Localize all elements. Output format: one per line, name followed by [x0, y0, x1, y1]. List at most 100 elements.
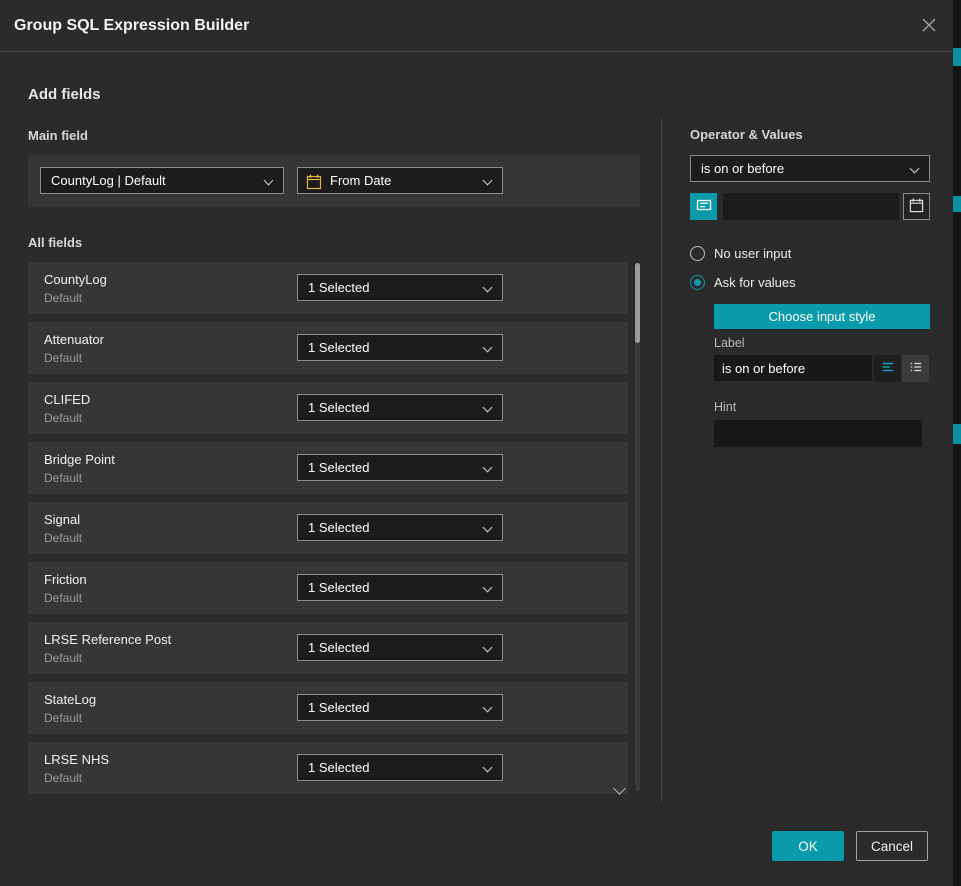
- field-values-dropdown[interactable]: 1 Selected: [297, 334, 503, 361]
- main-layer-dropdown[interactable]: CountyLog | Default: [40, 167, 284, 194]
- chevron-down-icon: [483, 176, 493, 186]
- hint-input[interactable]: [714, 420, 922, 447]
- no-user-input-radio[interactable]: No user input: [690, 246, 890, 262]
- list-scrollbar[interactable]: [635, 263, 640, 791]
- field-name: Signal: [44, 512, 80, 527]
- radio-selected-icon: [690, 275, 705, 290]
- ask-for-values-radio[interactable]: Ask for values: [690, 275, 890, 291]
- field-sublabel: Default: [44, 291, 82, 305]
- field-row: Bridge Point Default 1 Selected: [28, 442, 628, 494]
- input-type-toggle-button[interactable]: [690, 193, 717, 220]
- chevron-down-icon: [910, 164, 920, 174]
- field-name: Attenuator: [44, 332, 104, 347]
- field-sublabel: Default: [44, 651, 82, 665]
- chevron-down-icon: [483, 583, 493, 593]
- page-edge-strip: [953, 0, 961, 886]
- chevron-down-icon: [483, 703, 493, 713]
- field-row: CountyLog Default 1 Selected: [28, 262, 628, 314]
- field-name: StateLog: [44, 692, 96, 707]
- field-sublabel: Default: [44, 531, 82, 545]
- ask-for-values-label: Ask for values: [714, 275, 796, 290]
- choose-input-style-button[interactable]: Choose input style: [714, 304, 930, 329]
- single-line-style-icon: [881, 360, 895, 377]
- operator-dropdown-value: is on or before: [701, 161, 784, 176]
- field-row: CLIFED Default 1 Selected: [28, 382, 628, 434]
- field-sublabel: Default: [44, 411, 82, 425]
- close-icon: [920, 22, 938, 37]
- operator-dropdown[interactable]: is on or before: [690, 155, 930, 182]
- date-value-input[interactable]: [723, 193, 899, 220]
- field-row: LRSE NHS Default 1 Selected: [28, 742, 628, 794]
- radio-unselected-icon: [690, 246, 705, 261]
- field-name: Bridge Point: [44, 452, 115, 467]
- screen: Group SQL Expression Builder Add fields …: [0, 0, 961, 886]
- field-values-dropdown[interactable]: 1 Selected: [297, 454, 503, 481]
- hint-caption: Hint: [714, 400, 736, 414]
- scrollbar-thumb[interactable]: [635, 263, 640, 343]
- chevron-down-icon: [483, 403, 493, 413]
- field-row: Signal Default 1 Selected: [28, 502, 628, 554]
- close-button[interactable]: [917, 14, 941, 38]
- field-values-dropdown-value: 1 Selected: [308, 280, 369, 295]
- page-edge-accent-mark: [953, 424, 961, 444]
- input-field-icon: [696, 197, 712, 216]
- list-style-button[interactable]: [902, 355, 929, 382]
- field-sublabel: Default: [44, 591, 82, 605]
- page-edge-accent-mark: [953, 196, 961, 212]
- field-sublabel: Default: [44, 771, 82, 785]
- label-caption: Label: [714, 336, 745, 350]
- chevron-down-icon: [483, 343, 493, 353]
- all-fields-list: CountyLog Default 1 Selected Attenuator …: [28, 260, 640, 796]
- field-name: LRSE Reference Post: [44, 632, 171, 647]
- date-picker-button[interactable]: [903, 193, 930, 220]
- main-field-dropdown-value: From Date: [330, 173, 391, 188]
- field-values-dropdown[interactable]: 1 Selected: [297, 634, 503, 661]
- main-layer-dropdown-value: CountyLog | Default: [51, 173, 166, 188]
- dialog-header: Group SQL Expression Builder: [0, 0, 953, 52]
- field-name: Friction: [44, 572, 87, 587]
- single-line-style-button[interactable]: [874, 355, 901, 382]
- calendar-icon: [306, 173, 322, 194]
- field-values-dropdown[interactable]: 1 Selected: [297, 754, 503, 781]
- field-values-dropdown[interactable]: 1 Selected: [297, 694, 503, 721]
- field-values-dropdown-value: 1 Selected: [308, 700, 369, 715]
- cancel-button[interactable]: Cancel: [856, 831, 928, 861]
- field-row: Attenuator Default 1 Selected: [28, 322, 628, 374]
- dialog-title: Group SQL Expression Builder: [14, 0, 249, 52]
- main-field-heading: Main field: [28, 128, 88, 143]
- all-fields-heading: All fields: [28, 235, 82, 250]
- field-sublabel: Default: [44, 471, 82, 485]
- no-user-input-label: No user input: [714, 246, 791, 261]
- ok-button[interactable]: OK: [772, 831, 844, 861]
- list-style-icon: [909, 360, 923, 377]
- chevron-down-icon: [483, 763, 493, 773]
- main-field-row: CountyLog | Default From Date: [28, 155, 640, 207]
- chevron-down-icon: [264, 176, 274, 186]
- chevron-down-icon: [483, 523, 493, 533]
- field-sublabel: Default: [44, 711, 82, 725]
- field-values-dropdown[interactable]: 1 Selected: [297, 394, 503, 421]
- field-values-dropdown-value: 1 Selected: [308, 640, 369, 655]
- field-values-dropdown-value: 1 Selected: [308, 340, 369, 355]
- chevron-down-icon: [483, 463, 493, 473]
- field-values-dropdown-value: 1 Selected: [308, 460, 369, 475]
- field-name: LRSE NHS: [44, 752, 109, 767]
- chevron-down-icon: [483, 283, 493, 293]
- column-divider: [661, 118, 662, 802]
- field-sublabel: Default: [44, 351, 82, 365]
- field-row: Friction Default 1 Selected: [28, 562, 628, 614]
- field-values-dropdown[interactable]: 1 Selected: [297, 514, 503, 541]
- group-sql-expression-builder-dialog: Group SQL Expression Builder Add fields …: [0, 0, 953, 886]
- field-values-dropdown-value: 1 Selected: [308, 400, 369, 415]
- add-fields-heading: Add fields: [28, 86, 101, 103]
- field-values-dropdown[interactable]: 1 Selected: [297, 274, 503, 301]
- chevron-down-icon: [483, 643, 493, 653]
- main-field-dropdown[interactable]: From Date: [297, 167, 503, 194]
- field-name: CLIFED: [44, 392, 90, 407]
- calendar-icon: [909, 198, 924, 216]
- field-values-dropdown[interactable]: 1 Selected: [297, 574, 503, 601]
- label-input[interactable]: [714, 355, 872, 381]
- field-values-dropdown-value: 1 Selected: [308, 520, 369, 535]
- field-values-dropdown-value: 1 Selected: [308, 580, 369, 595]
- page-edge-accent-mark: [953, 48, 961, 66]
